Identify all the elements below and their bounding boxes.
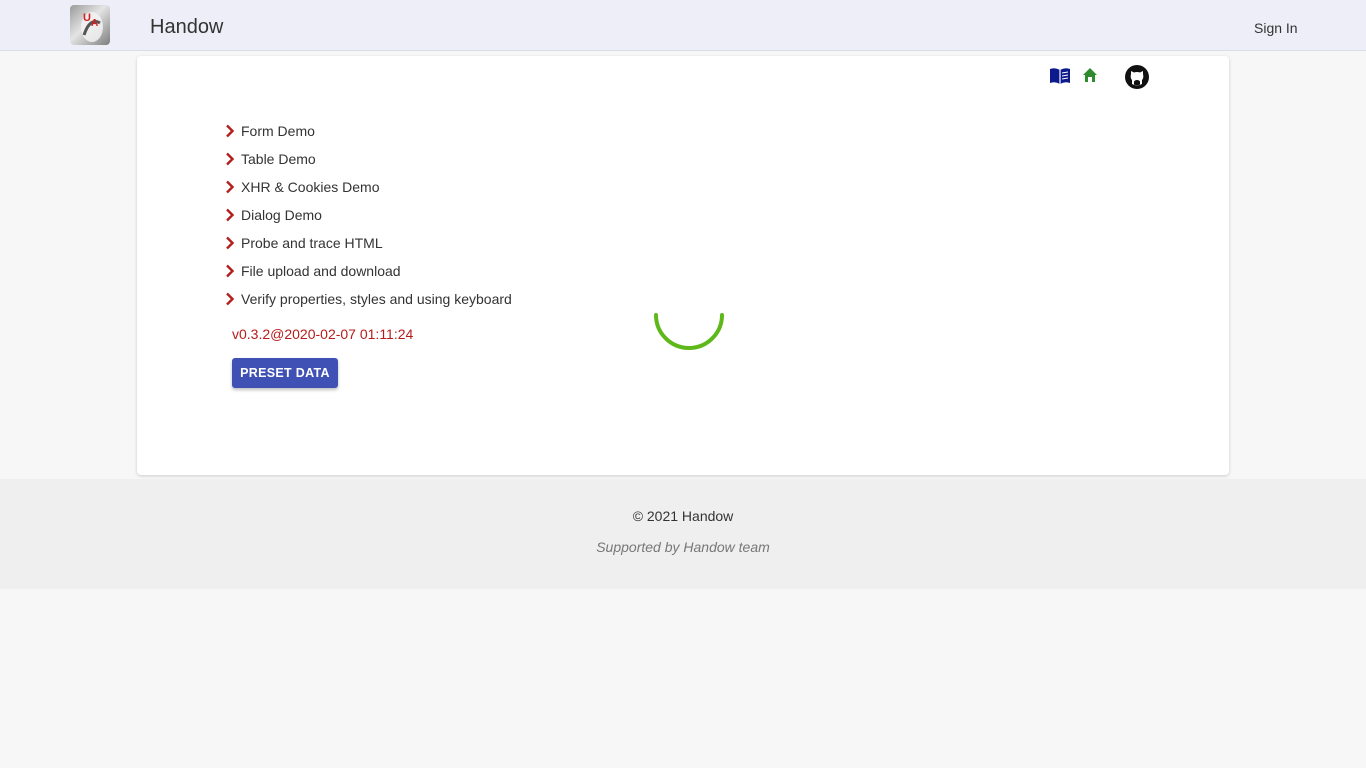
footer: © 2021 Handow Supported by Handow team [0, 479, 1366, 589]
book-icon[interactable] [1049, 67, 1071, 90]
svg-text:A: A [91, 18, 98, 29]
chevron-right-icon [225, 124, 235, 138]
loading-spinner [652, 309, 726, 359]
version-text: v0.3.2@2020-02-07 01:11:24 [232, 326, 414, 342]
menu-item-label: Probe and trace HTML [241, 235, 383, 251]
sign-in-link[interactable]: Sign In [1254, 20, 1298, 36]
menu-item[interactable]: Form Demo [225, 117, 512, 145]
home-icon[interactable] [1082, 67, 1098, 88]
menu-item-label: Form Demo [241, 123, 315, 139]
handow-logo-icon[interactable]: U A [70, 5, 110, 45]
main-card: Form Demo Table Demo XHR & Cookies Demo Dia… [137, 56, 1229, 475]
chevron-right-icon [225, 180, 235, 194]
preset-data-button[interactable]: PRESET DATA [232, 358, 338, 388]
menu-item[interactable]: File upload and download [225, 257, 512, 285]
menu-item[interactable]: Dialog Demo [225, 201, 512, 229]
chevron-right-icon [225, 292, 235, 306]
menu-item[interactable]: Verify properties, styles and using keyb… [225, 285, 512, 313]
menu-item-label: Dialog Demo [241, 207, 322, 223]
copyright-text: © 2021 Handow [632, 508, 734, 524]
menu-item[interactable]: Table Demo [225, 145, 512, 173]
chevron-right-icon [225, 264, 235, 278]
menu-item[interactable]: Probe and trace HTML [225, 229, 512, 257]
svg-text:U: U [83, 12, 91, 24]
menu-item-label: File upload and download [241, 263, 401, 279]
app-bar: U A Handow Sign In [0, 0, 1366, 51]
menu-item-label: Verify properties, styles and using keyb… [241, 291, 512, 307]
menu-item-label: XHR & Cookies Demo [241, 179, 380, 195]
menu-item-label: Table Demo [241, 151, 316, 167]
menu-item[interactable]: XHR & Cookies Demo [225, 173, 512, 201]
app-title: Handow [150, 16, 224, 38]
chevron-right-icon [225, 236, 235, 250]
chevron-right-icon [225, 208, 235, 222]
demo-menu: Form Demo Table Demo XHR & Cookies Demo Dia… [225, 117, 512, 313]
chevron-right-icon [225, 152, 235, 166]
github-icon[interactable] [1125, 65, 1149, 94]
supported-by-text: Supported by Handow team [596, 539, 770, 555]
